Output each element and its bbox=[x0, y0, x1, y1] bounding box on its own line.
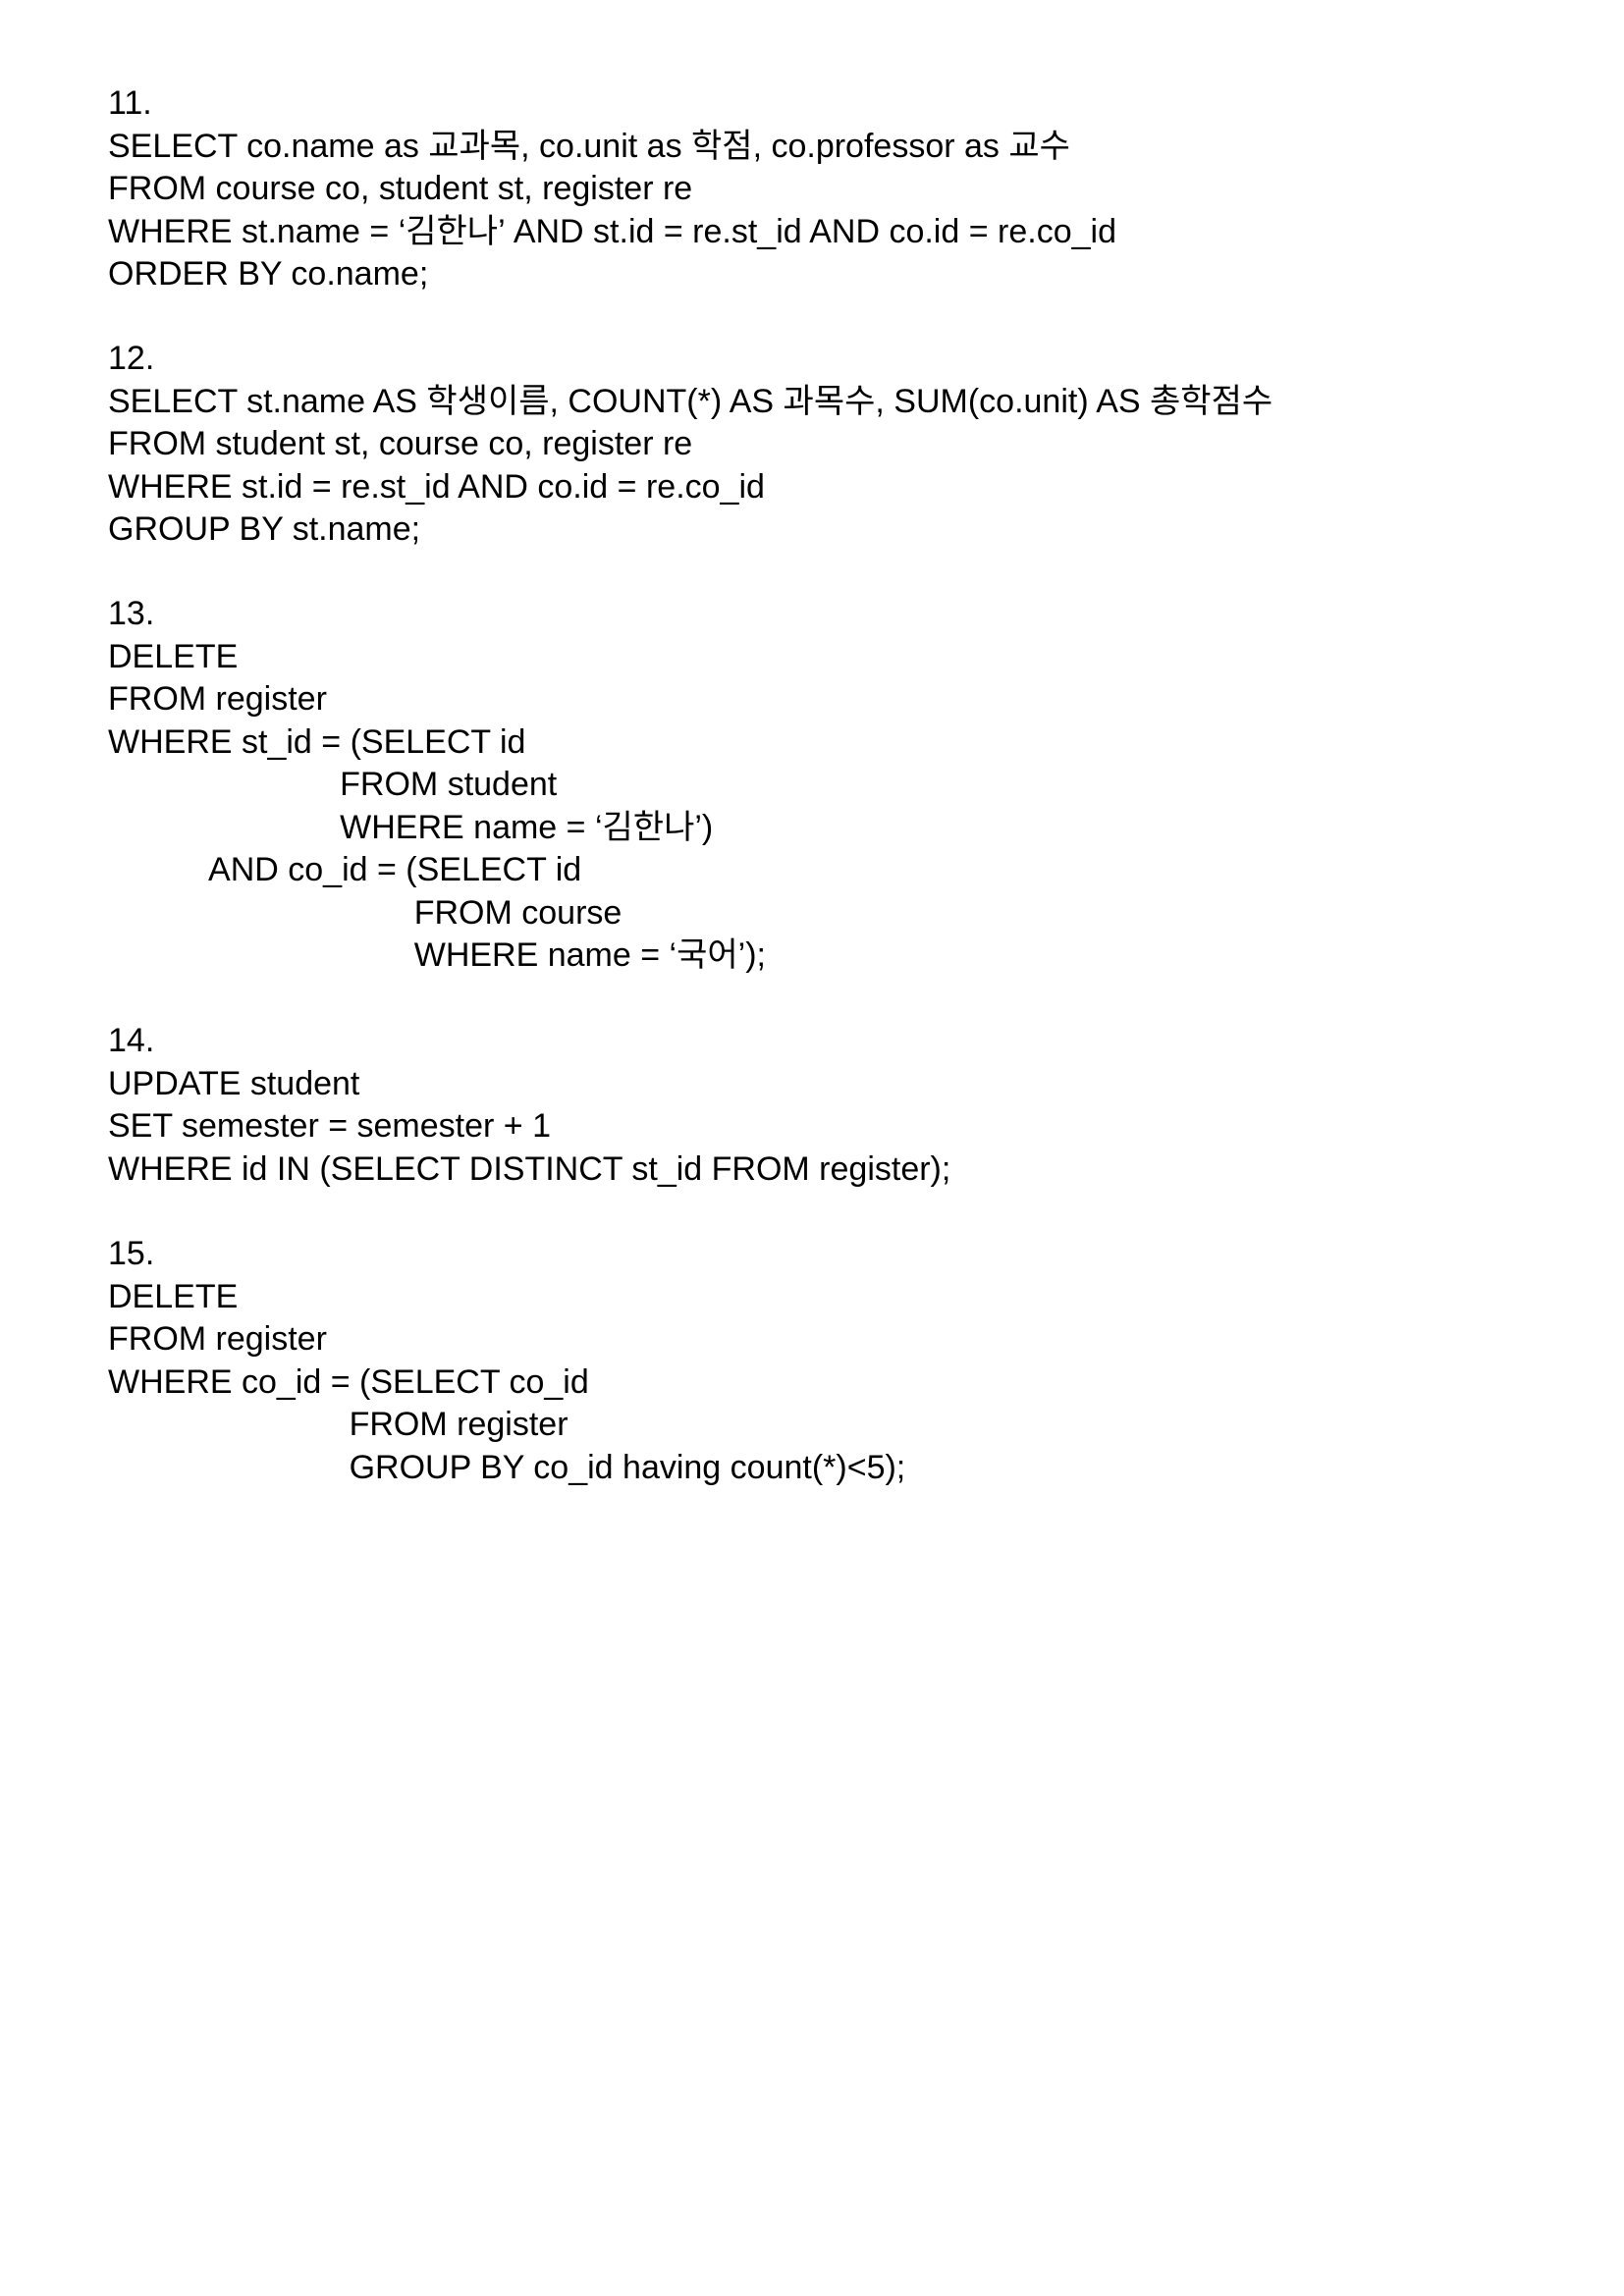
sql-line: UPDATE student bbox=[108, 1064, 360, 1102]
answer-number: 12. bbox=[108, 340, 155, 377]
sql-line: FROM course co, student st, register re bbox=[108, 170, 693, 207]
sql-line: FROM register bbox=[108, 680, 327, 718]
sql-line: FROM course bbox=[108, 893, 623, 932]
answer-number: 11. bbox=[108, 84, 152, 122]
answer-13: 13. DELETE FROM register WHERE st_id = (… bbox=[108, 593, 1561, 978]
sql-line: GROUP BY st.name; bbox=[108, 510, 421, 548]
sql-line: WHERE st.id = re.st_id AND co.id = re.co… bbox=[108, 467, 765, 506]
sql-line: WHERE id IN (SELECT DISTINCT st_id FROM … bbox=[108, 1149, 951, 1188]
sql-line: SET semester = semester + 1 bbox=[108, 1107, 551, 1145]
sql-line: SELECT st.name AS 학생이름, COUNT(*) AS 과목수,… bbox=[108, 382, 1273, 420]
sql-line: FROM register bbox=[108, 1406, 568, 1443]
sql-line: FROM register bbox=[108, 1320, 327, 1358]
sql-line: ORDER BY co.name; bbox=[108, 255, 429, 293]
sql-line: WHERE name = ‘김한나’) bbox=[108, 808, 714, 846]
sql-line: FROM student bbox=[108, 766, 558, 803]
sql-line: FROM student st, course co, register re bbox=[108, 425, 693, 462]
answer-15: 15. DELETE FROM register WHERE co_id = (… bbox=[108, 1233, 1561, 1489]
answer-number: 13. bbox=[108, 595, 155, 632]
sql-line: DELETE bbox=[108, 637, 239, 675]
sql-line: WHERE st.name = ‘김한나’ AND st.id = re.st_… bbox=[108, 212, 1116, 250]
sql-line: DELETE bbox=[108, 1277, 239, 1315]
sql-line: WHERE co_id = (SELECT co_id bbox=[108, 1362, 589, 1401]
document-page: 11. SELECT co.name as 교과목, co.unit as 학점… bbox=[0, 0, 1624, 2296]
sql-line: AND co_id = (SELECT id bbox=[108, 851, 582, 888]
sql-line: GROUP BY co_id having count(*)<5); bbox=[108, 1448, 906, 1486]
answer-number: 14. bbox=[108, 1022, 155, 1059]
sql-line: WHERE st_id = (SELECT id bbox=[108, 722, 526, 761]
answer-11: 11. SELECT co.name as 교과목, co.unit as 학점… bbox=[108, 82, 1561, 296]
sql-line: WHERE name = ‘국어’); bbox=[108, 936, 766, 974]
answer-14: 14. UPDATE student SET semester = semest… bbox=[108, 1020, 1561, 1191]
answer-12: 12. SELECT st.name AS 학생이름, COUNT(*) AS … bbox=[108, 338, 1561, 552]
answer-number: 15. bbox=[108, 1235, 155, 1272]
sql-line: SELECT co.name as 교과목, co.unit as 학점, co… bbox=[108, 127, 1070, 165]
